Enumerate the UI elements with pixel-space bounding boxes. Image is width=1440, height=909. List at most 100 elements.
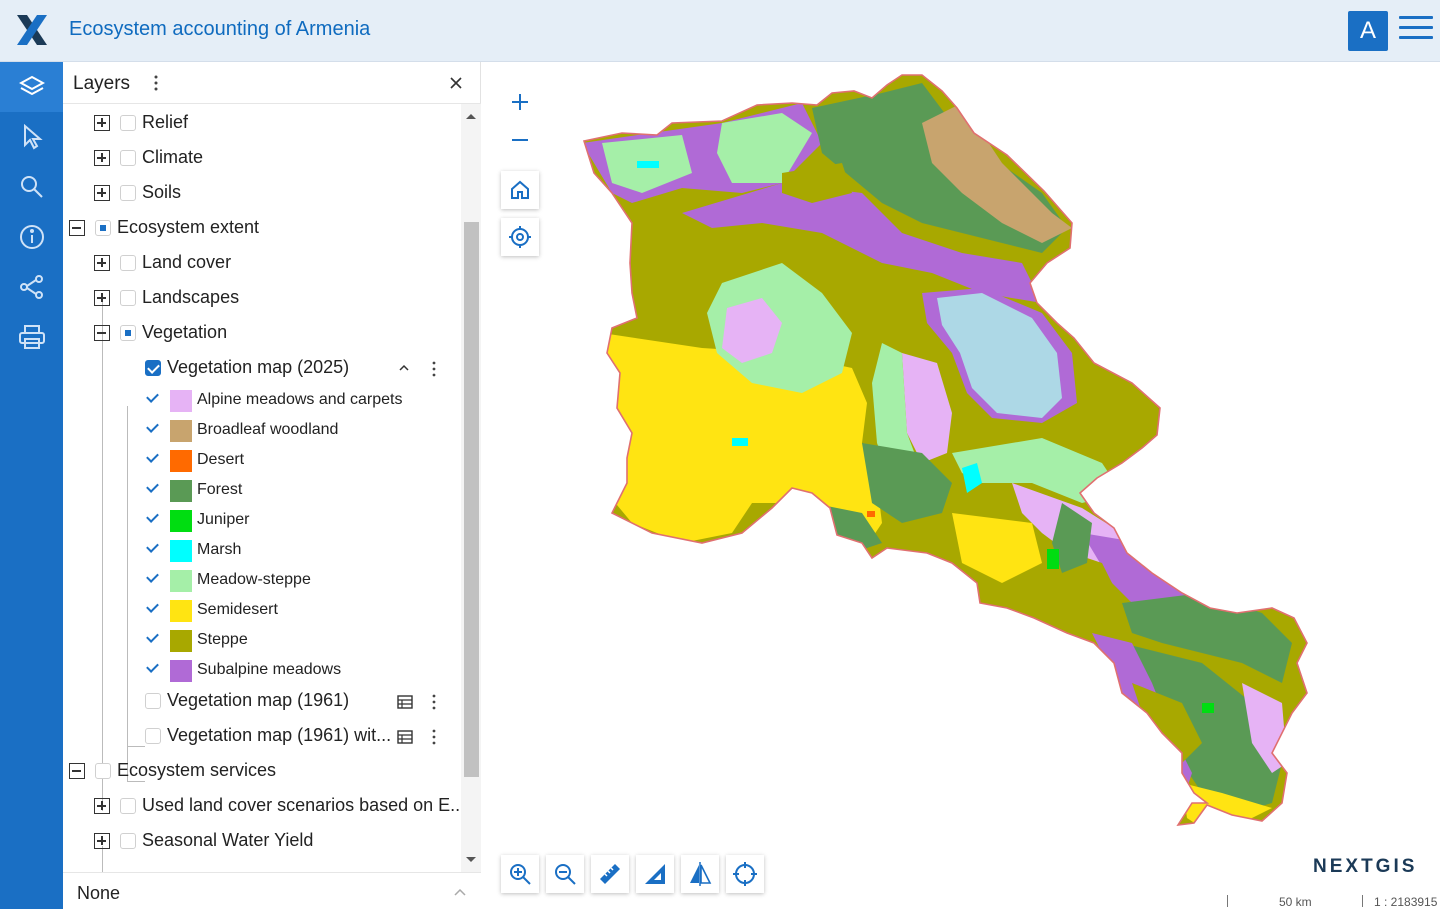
scrollbar-thumb[interactable] [464,222,479,777]
legend-item: Subalpine meadows [63,656,461,686]
layer-checkbox[interactable] [120,798,136,814]
layer-group-seasonal-water-yield[interactable]: Seasonal Water Yield [63,827,461,857]
legend-swatch [170,480,192,502]
scroll-up-icon[interactable] [465,112,477,120]
zoom-in-button[interactable] [501,83,539,121]
locate-button[interactable] [501,218,539,256]
check-icon[interactable] [146,600,159,613]
layer-group-relief[interactable]: Relief [63,109,461,139]
measure-area-button[interactable] [636,855,674,893]
table-icon[interactable] [397,730,413,744]
layer-checkbox[interactable] [145,693,161,709]
layer-label: Used land cover scenarios based on E... [142,795,461,815]
info-button[interactable] [0,212,63,262]
select-button[interactable] [0,112,63,162]
check-icon[interactable] [146,630,159,643]
more-vert-icon[interactable] [151,74,161,92]
layer-group-land-cover-scenarios[interactable]: Used land cover scenarios based on E... [63,792,461,822]
layer-group-climate[interactable]: Climate [63,144,461,174]
close-icon[interactable] [447,74,465,92]
layer-checkbox[interactable] [95,220,111,236]
check-icon[interactable] [146,390,159,403]
measure-distance-button[interactable] [591,855,629,893]
expand-icon[interactable] [94,798,110,814]
check-icon[interactable] [146,570,159,583]
legend-swatch [170,390,192,412]
layer-vegetation-map-1961[interactable]: Vegetation map (1961) [63,687,461,717]
chevron-up-icon[interactable] [398,363,410,373]
zoom-in-tool-button[interactable] [501,855,539,893]
identify-coordinate-button[interactable] [726,855,764,893]
user-avatar[interactable]: A [1348,11,1388,51]
print-button[interactable] [0,312,63,362]
more-vert-icon[interactable] [429,360,439,378]
expand-icon[interactable] [94,185,110,201]
legend-label: Broadleaf woodland [197,421,339,438]
collapse-icon[interactable] [69,763,85,779]
collapse-icon[interactable] [69,220,85,236]
layer-group-vegetation[interactable]: Vegetation [63,319,461,349]
layer-checkbox[interactable] [120,833,136,849]
layer-checkbox[interactable] [120,150,136,166]
check-icon[interactable] [146,420,159,433]
layer-vegetation-map-2025[interactable]: Vegetation map (2025) [63,354,461,384]
basemap-selector[interactable]: None [63,872,481,909]
chevron-up-icon[interactable] [453,887,467,897]
check-icon[interactable] [146,540,159,553]
legend-item: Steppe [63,626,461,656]
layer-label: Vegetation map (2025) [167,357,350,377]
search-button[interactable] [0,162,63,212]
home-extent-button[interactable] [501,171,539,209]
expand-icon[interactable] [94,290,110,306]
map-view[interactable]: NEXTGIS 50 km 1 : 2183915 [482,63,1440,909]
legend-swatch [170,570,192,592]
legend-label: Steppe [197,631,248,648]
minus-icon [512,139,528,141]
nextgis-x-logo[interactable] [14,12,50,48]
layer-checkbox[interactable] [120,115,136,131]
zoom-out-tool-button[interactable] [546,855,584,893]
expand-icon[interactable] [94,255,110,271]
layer-group-land-cover[interactable]: Land cover [63,249,461,279]
expand-icon[interactable] [94,833,110,849]
scale-line: 50 km 1 : 2183915 [1227,893,1440,909]
vegetation-map-canvas[interactable] [482,63,1440,909]
layers-icon [18,75,45,96]
more-vert-icon[interactable] [429,728,439,746]
legend-swatch [170,630,192,652]
layer-checkbox[interactable] [95,763,111,779]
check-icon[interactable] [146,480,159,493]
check-icon[interactable] [146,450,159,463]
layers-button[interactable] [0,62,63,112]
locate-icon [509,226,531,248]
collapse-icon[interactable] [94,325,110,341]
layer-checkbox[interactable] [120,290,136,306]
scroll-down-icon[interactable] [465,856,477,864]
layer-group-ecosystem-extent[interactable]: Ecosystem extent [63,214,461,244]
expand-icon[interactable] [94,150,110,166]
layer-checkbox[interactable] [145,360,161,376]
check-icon[interactable] [146,510,159,523]
layer-group-soils[interactable]: Soils [63,179,461,209]
layer-group-ecosystem-services[interactable]: Ecosystem services [63,757,461,787]
expand-icon[interactable] [94,115,110,131]
share-button[interactable] [0,262,63,312]
basemap-value: None [77,883,121,903]
layer-checkbox[interactable] [120,185,136,201]
table-icon[interactable] [397,695,413,709]
layer-checkbox[interactable] [145,728,161,744]
hamburger-icon[interactable] [1399,16,1433,46]
layer-group-landscapes[interactable]: Landscapes [63,284,461,314]
swipe-compare-button[interactable] [681,855,719,893]
check-icon[interactable] [146,660,159,673]
layer-checkbox[interactable] [120,255,136,271]
layer-label: Vegetation map (1961) wit... [167,725,392,745]
layer-vegetation-map-1961-with[interactable]: Vegetation map (1961) wit... [63,722,461,752]
legend-item: Semidesert [63,596,461,626]
layer-checkbox[interactable] [120,325,136,341]
layer-label: Seasonal Water Yield [142,830,314,850]
search-icon [20,176,43,198]
app-title: Ecosystem accounting of Armenia [69,18,371,40]
more-vert-icon[interactable] [429,693,439,711]
zoom-out-button[interactable] [501,121,539,159]
